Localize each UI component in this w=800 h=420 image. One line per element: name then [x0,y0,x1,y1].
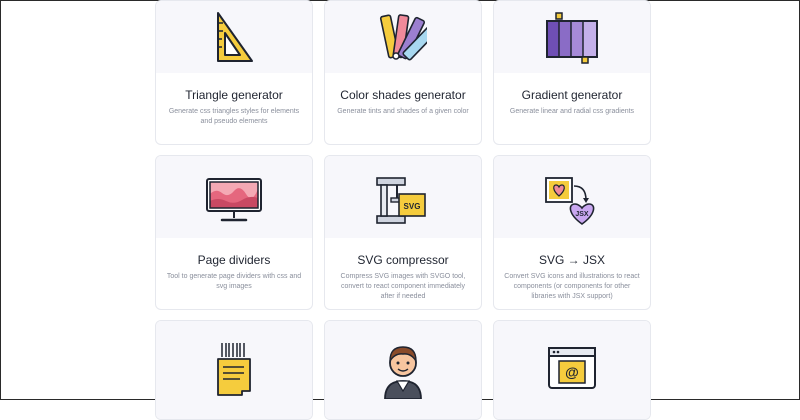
tool-card-avatar[interactable] [324,320,482,420]
svg-text:SVG: SVG [404,202,421,211]
color-swatch-fan-icon [379,14,427,61]
set-square-ruler-icon [217,12,253,62]
card-description: Generate css triangles styles for elemen… [168,108,300,125]
avatar-person-icon [384,346,422,399]
card-title: Color shades generator [340,88,466,102]
svg-text:@: @ [565,364,579,380]
tool-card-triangle-generator[interactable]: Triangle generator Generate css triangle… [155,0,313,145]
card-title: Gradient generator [521,88,623,102]
card-title: Triangle generator [185,88,283,102]
svg-clamp-icon: SVG [376,177,426,224]
gradient-palette-icon [546,12,598,64]
card-description: Generate tints and shades of a given col… [337,108,469,115]
card-title: Page dividers [197,253,271,267]
card-description: Compress SVG images with SVGO tool, conv… [340,273,466,300]
svg-text:JSX: JSX [575,211,589,218]
card-description: Generate linear and radial css gradients [509,108,635,115]
tool-card-gradient-generator[interactable]: Gradient generator Generate linear and r… [493,0,651,145]
svg-to-jsx-icon: JSX [545,177,595,225]
tool-card-page-dividers[interactable]: Page dividers Tool to generate page divi… [155,155,313,310]
tool-card-barcode[interactable] [155,320,313,420]
card-description: Convert SVG icons and illustrations to r… [504,273,640,300]
card-title: SVG compressor [357,253,449,267]
barcode-document-icon [217,343,251,396]
monitor-wave-icon [206,178,262,222]
tool-card-svg-compressor[interactable]: SVG SVG compressor Compress SVG images w… [324,155,482,310]
email-at-browser-icon: @ [548,347,596,389]
tool-card-email[interactable]: @ [493,320,651,420]
tool-card-svg-to-jsx[interactable]: JSX SVG → JSX Convert SVG icons and illu… [493,155,651,310]
card-title: SVG → JSX [538,253,606,267]
card-description: Tool to generate page dividers with css … [166,273,302,290]
tool-card-color-shades-generator[interactable]: Color shades generator Generate tints an… [324,0,482,145]
